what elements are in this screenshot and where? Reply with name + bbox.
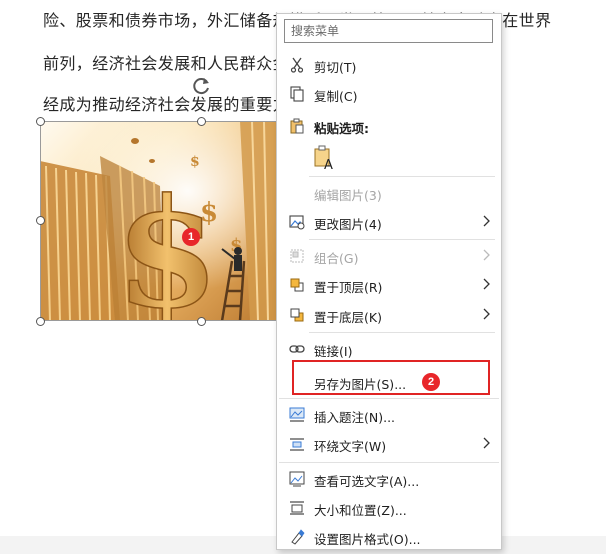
menu-item-cut[interactable]: 剪切(T) [277, 51, 501, 79]
svg-text:A: A [324, 158, 333, 170]
money-picture-art: $ $ $ $ [40, 121, 278, 321]
menu-item-size-and-position[interactable]: 大小和位置(Z)... [277, 494, 501, 522]
menu-item-paste-options: 粘贴选项: [277, 112, 501, 140]
menu-separator [309, 239, 495, 240]
menu-item-bring-to-front[interactable]: 置于顶层(R) [277, 271, 501, 299]
menu-item-paste-options-label: 粘贴选项: [314, 121, 369, 136]
wrap-text-icon [290, 438, 304, 451]
menu-item-view-alt-text[interactable]: 查看可选文字(A)... [277, 465, 501, 493]
format-picture-icon [291, 529, 305, 545]
menu-item-change-picture-label: 更改图片(4) [314, 217, 382, 232]
resize-handle-top-center[interactable] [197, 117, 206, 126]
resize-handle-top-left[interactable] [36, 117, 45, 126]
menu-item-wrap-text-label: 环绕文字(W) [314, 439, 387, 454]
chevron-right-icon [483, 249, 490, 261]
rotate-handle-icon[interactable] [190, 75, 212, 97]
callout-badge-2: 2 [422, 373, 440, 391]
callout-badge-1: 1 [182, 228, 200, 246]
menu-item-send-to-back-label: 置于底层(K) [314, 310, 382, 325]
clipboard-icon [290, 118, 304, 134]
selected-picture[interactable]: $ $ $ $ [40, 121, 278, 321]
menu-item-cut-label: 剪切(T) [314, 60, 357, 75]
group-icon [290, 249, 304, 263]
chevron-right-icon [483, 437, 490, 449]
menu-item-send-to-back[interactable]: 置于底层(K) [277, 301, 501, 329]
bring-to-front-icon [290, 278, 304, 292]
change-picture-icon [289, 215, 305, 230]
menu-separator [309, 176, 495, 177]
menu-separator [309, 332, 495, 333]
context-menu: 搜索菜单 剪切(T) 复制(C) 粘贴选项: A 编辑图片(3) 更改图片(4)… [276, 13, 502, 550]
svg-text:$: $ [115, 166, 219, 321]
menu-item-format-picture[interactable]: 设置图片格式(O)... [277, 523, 501, 551]
chevron-right-icon [483, 308, 490, 320]
menu-item-edit-picture-label: 编辑图片(3) [314, 188, 382, 203]
menu-item-insert-caption-label: 插入题注(N)... [314, 410, 396, 425]
scissors-icon [290, 57, 304, 73]
insert-caption-icon [289, 407, 305, 422]
menu-item-group[interactable]: 组合(G) [277, 242, 501, 270]
chevron-right-icon [483, 278, 490, 290]
menu-item-copy-label: 复制(C) [314, 89, 358, 104]
menu-item-format-picture-label: 设置图片格式(O)... [314, 532, 421, 547]
menu-separator [279, 462, 499, 463]
resize-handle-middle-left[interactable] [36, 216, 45, 225]
menu-item-group-label: 组合(G) [314, 251, 359, 266]
svg-text:$: $ [200, 198, 218, 228]
menu-search-input[interactable]: 搜索菜单 [284, 19, 493, 43]
menu-item-bring-to-front-label: 置于顶层(R) [314, 280, 383, 295]
size-position-icon [290, 501, 304, 515]
menu-item-edit-picture[interactable]: 编辑图片(3) [277, 179, 501, 207]
menu-item-wrap-text[interactable]: 环绕文字(W) [277, 430, 501, 458]
resize-handle-bottom-left[interactable] [36, 317, 45, 326]
alt-text-icon [289, 471, 305, 487]
svg-text:$: $ [190, 154, 200, 170]
menu-item-change-picture[interactable]: 更改图片(4) [277, 208, 501, 236]
menu-item-copy[interactable]: 复制(C) [277, 80, 501, 108]
menu-separator [279, 398, 499, 399]
copy-icon [290, 86, 304, 102]
resize-handle-bottom-center[interactable] [197, 317, 206, 326]
menu-item-size-and-position-label: 大小和位置(Z)... [314, 503, 407, 518]
paste-keep-text-only-icon[interactable]: A [313, 144, 337, 173]
menu-item-link[interactable]: 链接(I) [277, 335, 501, 363]
menu-item-view-alt-text-label: 查看可选文字(A)... [314, 474, 420, 489]
highlight-box [292, 360, 490, 395]
chevron-right-icon [483, 215, 490, 227]
send-to-back-icon [290, 308, 304, 322]
link-icon [289, 345, 305, 353]
menu-item-link-label: 链接(I) [314, 344, 353, 359]
menu-item-insert-caption[interactable]: 插入题注(N)... [277, 401, 501, 429]
